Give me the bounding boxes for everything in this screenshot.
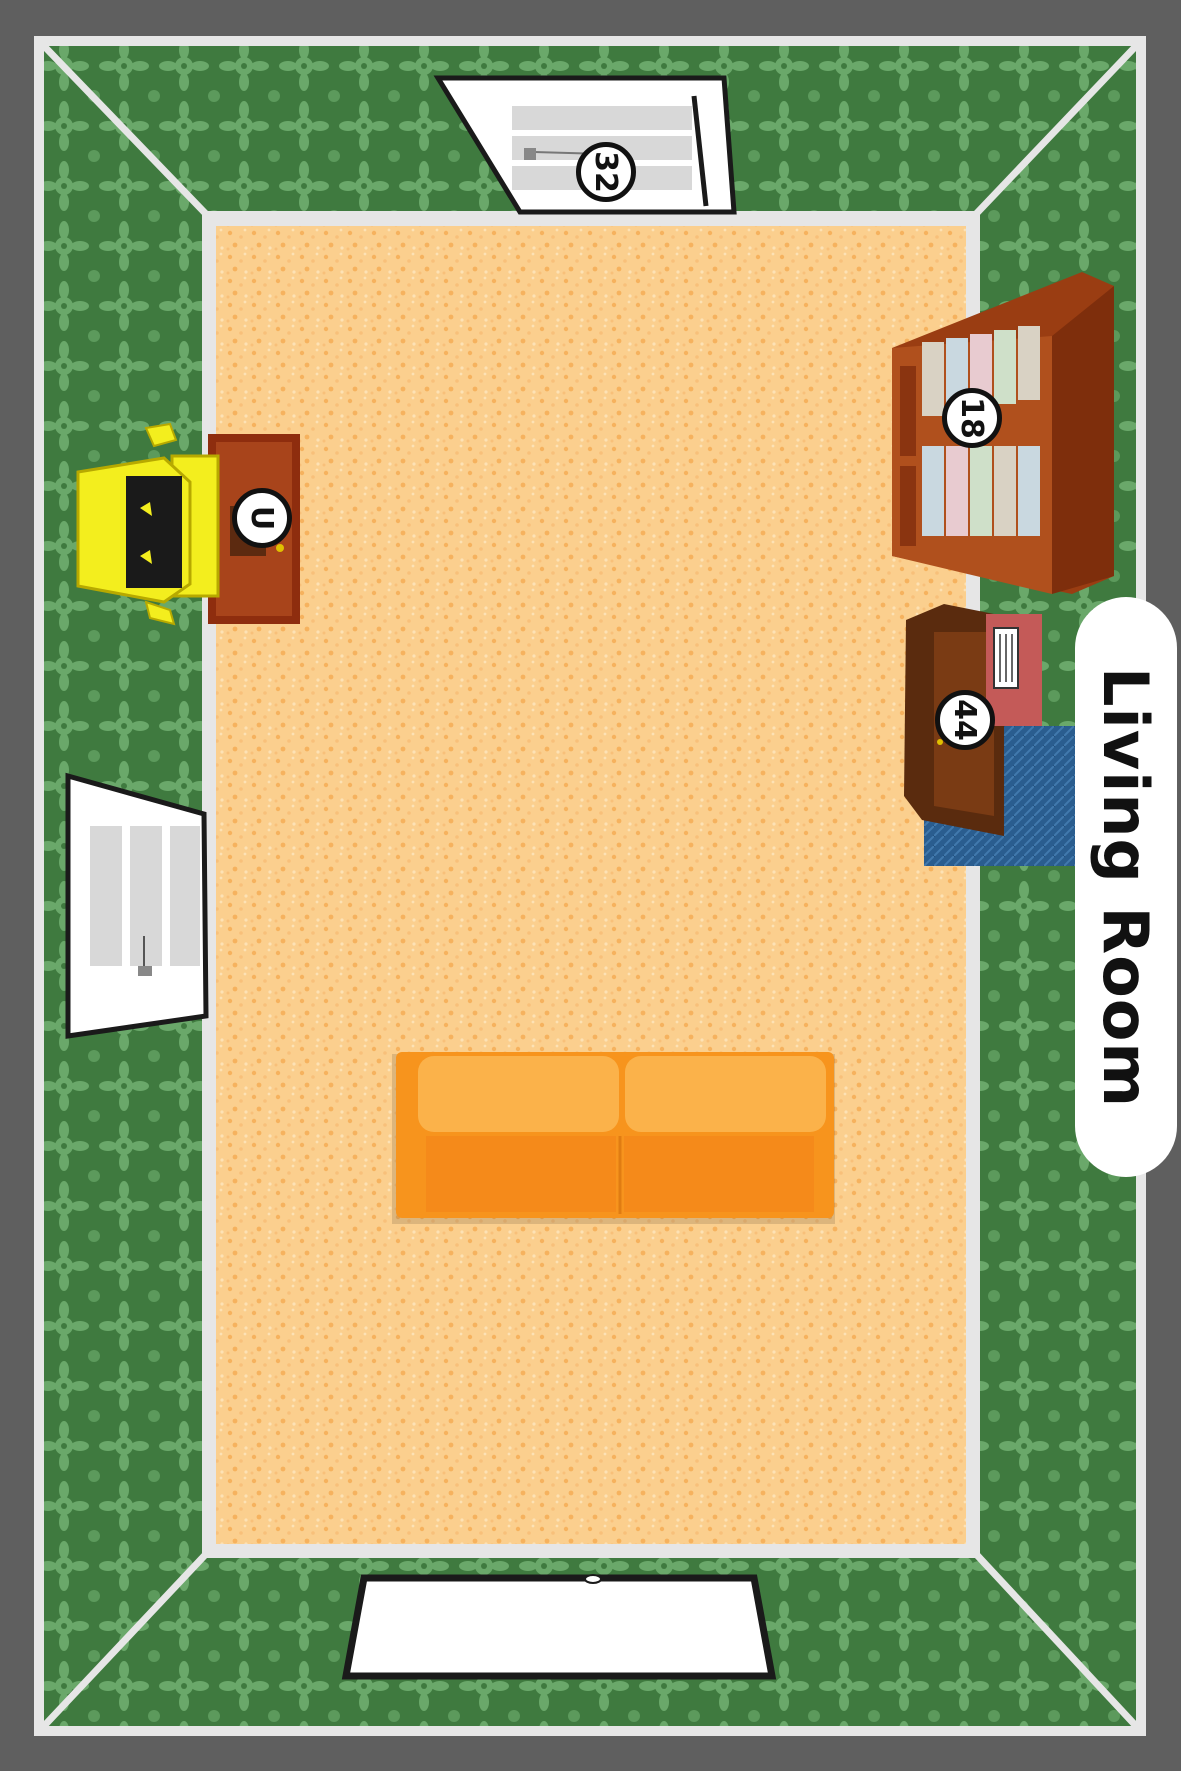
robot-marker-label: U <box>244 505 280 531</box>
room-label: Living Room <box>1075 597 1177 1177</box>
floor-carpet <box>216 226 966 1544</box>
door-marker-label: 32 <box>588 151 624 193</box>
window-left <box>65 772 209 1039</box>
sofa <box>392 1052 835 1224</box>
bookshelf-marker-label: 18 <box>954 397 990 439</box>
room-map <box>41 43 1139 1729</box>
doormat-bottom <box>341 1574 777 1680</box>
nightstand-marker[interactable]: 44 <box>935 690 995 750</box>
robot-marker[interactable]: U <box>232 488 292 548</box>
room-label-text: Living Room <box>1089 666 1163 1108</box>
nightstand-marker-label: 44 <box>947 699 983 741</box>
door-marker[interactable]: 32 <box>576 142 636 202</box>
bookshelf-marker[interactable]: 18 <box>942 388 1002 448</box>
